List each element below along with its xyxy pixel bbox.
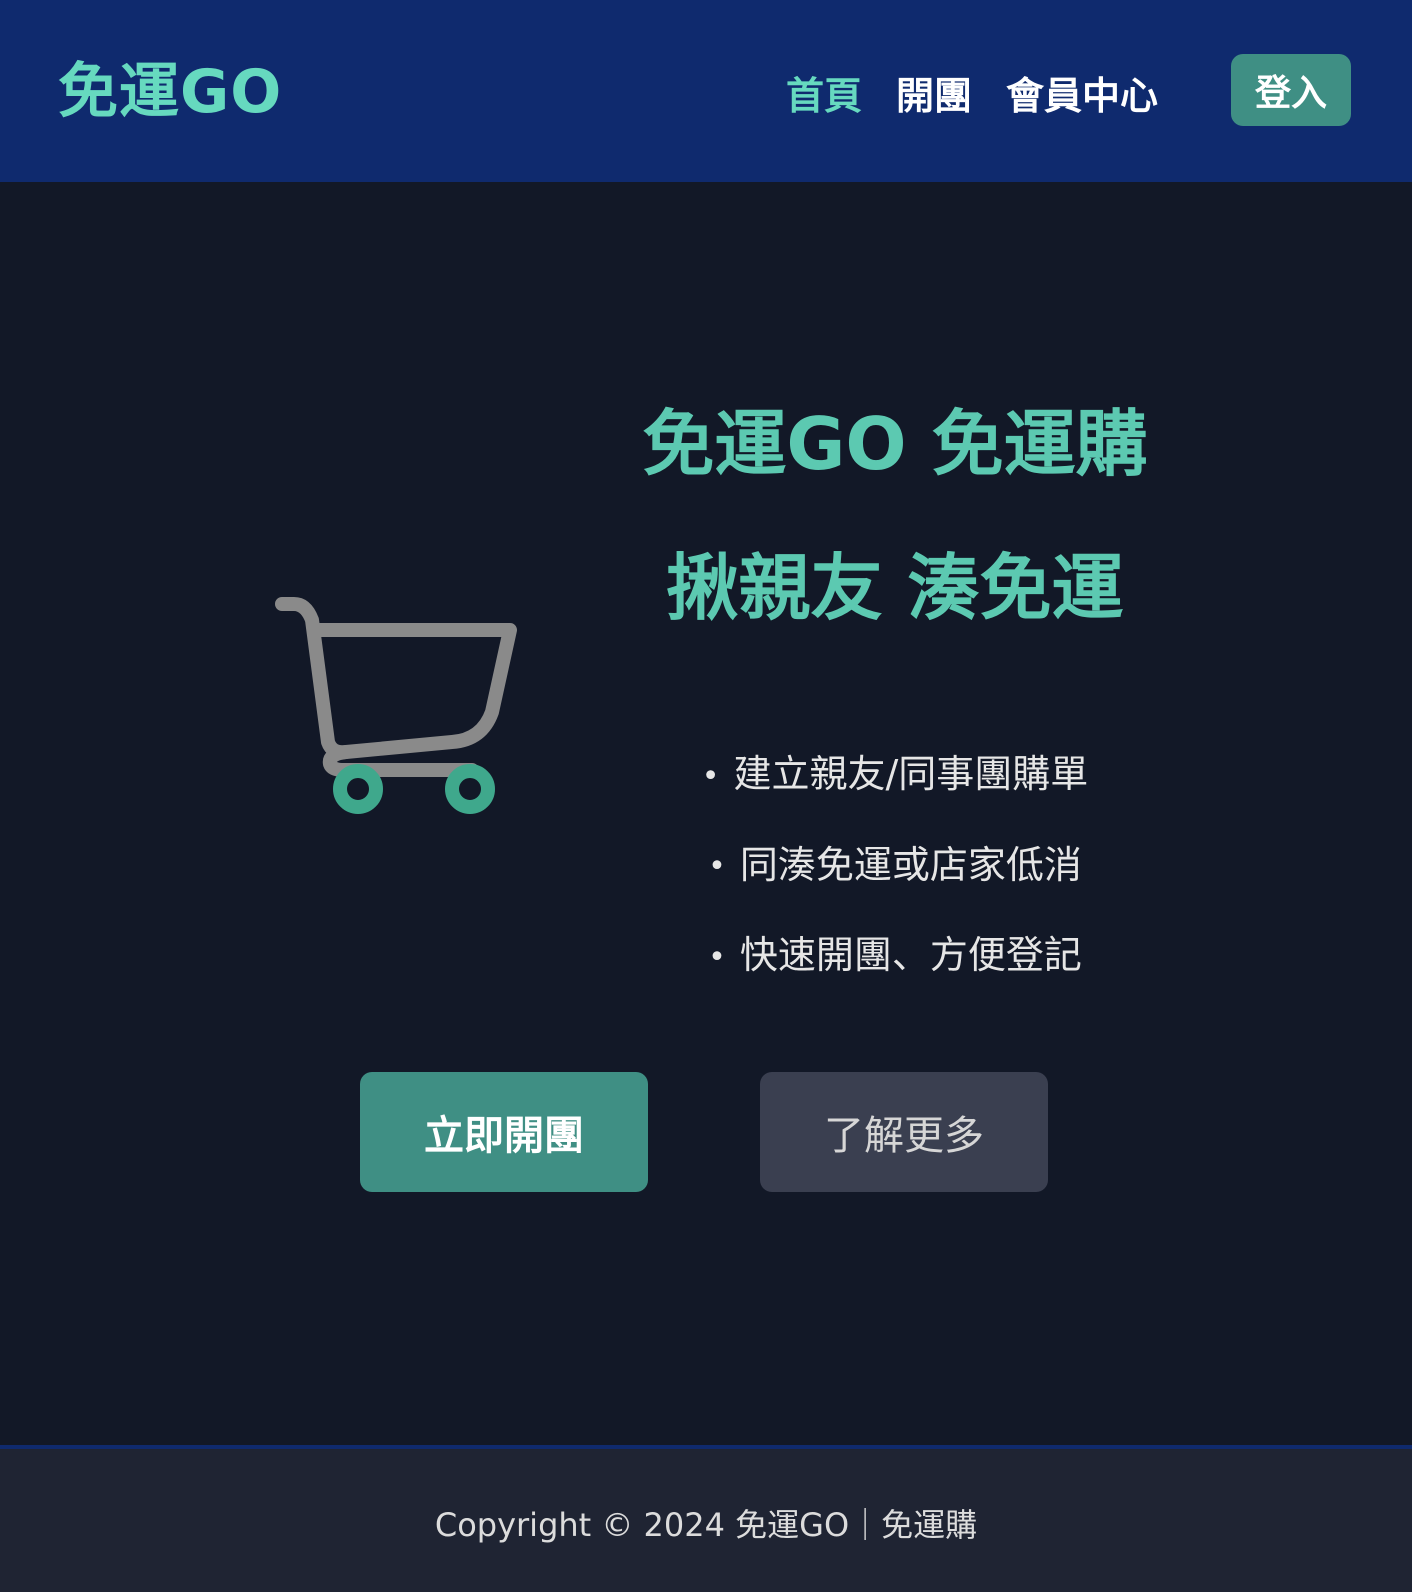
feature-text: 建立親友/同事團購單 [733, 752, 1089, 796]
hero-title-line1: 免運GO 免運購 [642, 402, 1148, 486]
feature-text: 快速開團、方便登記 [739, 933, 1082, 977]
top-navbar: 免運GO 首頁 開團 會員中心 登入 [0, 0, 1412, 182]
bullet-icon: • [701, 758, 720, 794]
list-item: • 建立親友/同事團購單 [620, 730, 1170, 821]
login-button[interactable]: 登入 [1231, 54, 1351, 126]
nav-item-member-center[interactable]: 會員中心 [1006, 72, 1158, 120]
footer: Copyright © 2024 免運GO｜免運購 [0, 1445, 1412, 1592]
start-group-button[interactable]: 立即開團 [360, 1072, 648, 1192]
nav-item-open-group[interactable]: 開團 [896, 72, 972, 120]
copyright-text: Copyright © 2024 免運GO｜免運購 [434, 1506, 978, 1544]
learn-more-button[interactable]: 了解更多 [760, 1072, 1048, 1192]
site-logo[interactable]: 免運GO [58, 56, 282, 128]
main-nav: 首頁 開團 會員中心 [786, 72, 1158, 120]
list-item: • 快速開團、方便登記 [620, 911, 1170, 1002]
bullet-icon: • [708, 939, 726, 975]
shopping-cart-icon [272, 592, 542, 814]
list-item: • 同湊免運或店家低消 [620, 821, 1170, 912]
feature-list: • 建立親友/同事團購單 • 同湊免運或店家低消 • 快速開團、方便登記 [620, 730, 1170, 1002]
nav-item-home[interactable]: 首頁 [786, 72, 862, 120]
feature-text: 同湊免運或店家低消 [739, 842, 1082, 887]
hero-title-line2: 揪親友 湊免運 [666, 546, 1124, 630]
bullet-icon: • [708, 849, 726, 884]
